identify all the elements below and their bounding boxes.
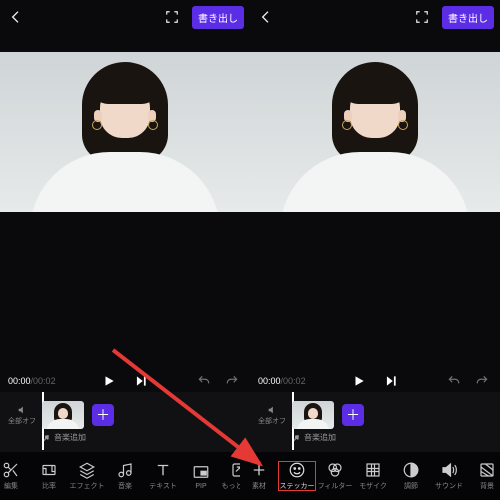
redo-button[interactable]: [472, 371, 492, 391]
bg-icon: [478, 461, 496, 479]
video-preview[interactable]: [0, 52, 250, 212]
mosaic-icon: [364, 461, 382, 479]
ratio-icon: [40, 461, 58, 479]
time-current: 00:00: [258, 376, 281, 386]
clip-thumbnail[interactable]: [292, 401, 334, 429]
text-icon: [154, 461, 172, 479]
timeline[interactable]: 全部オフ ＋ 音楽追加: [0, 392, 250, 452]
top-bar: 書き出し: [250, 0, 500, 34]
tool-label: 素材: [252, 481, 266, 491]
tool-サウンド[interactable]: サウンド: [430, 461, 468, 491]
mute-all-toggle[interactable]: 全部オフ: [258, 405, 286, 426]
fullscreen-icon[interactable]: [412, 7, 432, 27]
add-music-row[interactable]: 音楽追加: [42, 432, 250, 443]
export-button[interactable]: 書き出し: [192, 6, 244, 29]
time-bar: 00:00/00:02: [0, 370, 250, 392]
skip-end-button[interactable]: [131, 371, 151, 391]
time-duration: 00:02: [283, 376, 306, 386]
tool-label: サウンド: [435, 481, 463, 491]
time-display: 00:00/00:02: [258, 376, 306, 386]
back-icon[interactable]: [6, 7, 26, 27]
export-button[interactable]: 書き出し: [442, 6, 494, 29]
video-preview[interactable]: [250, 52, 500, 212]
sound-icon: [440, 461, 458, 479]
clip-thumbnail[interactable]: [42, 401, 84, 429]
tool-素材[interactable]: 素材: [240, 461, 278, 491]
tool-エフェクト[interactable]: エフェクト: [68, 461, 106, 491]
tool-フィルター[interactable]: フィルター: [316, 461, 354, 491]
filter-icon: [326, 461, 344, 479]
music-note-icon: [116, 461, 134, 479]
tool-label: エフェクト: [70, 481, 105, 491]
play-button[interactable]: [99, 371, 119, 391]
tool-編集[interactable]: 編集: [0, 461, 30, 491]
mute-all-toggle[interactable]: 全部オフ: [8, 405, 36, 426]
fullscreen-icon[interactable]: [162, 7, 182, 27]
editor-pane-left: 書き出し 00:00/00:02: [0, 0, 250, 500]
time-display: 00:00/00:02: [8, 376, 56, 386]
tool-背景[interactable]: 背景: [468, 461, 500, 491]
tool-テキスト[interactable]: テキスト: [144, 461, 182, 491]
adjust-icon: [402, 461, 420, 479]
tool-label: PIP: [195, 483, 206, 490]
add-clip-button[interactable]: ＋: [92, 404, 114, 426]
timeline[interactable]: 全部オフ ＋ 音楽追加: [250, 392, 500, 452]
bottom-toolbar: 素材 ステッカーフィルターモザイク 調節 サウンド 背景: [240, 452, 500, 500]
time-duration: 00:02: [33, 376, 56, 386]
tool-label: テキスト: [149, 481, 177, 491]
tool-音楽[interactable]: 音楽: [106, 461, 144, 491]
tool-label: 比率: [42, 481, 56, 491]
tool-label: 音楽: [118, 481, 132, 491]
add-clip-button[interactable]: ＋: [342, 404, 364, 426]
tool-調節[interactable]: 調節: [392, 461, 430, 491]
tool-ステッカー[interactable]: ステッカー: [278, 461, 316, 491]
tool-label: モザイク: [359, 481, 387, 491]
time-bar: 00:00/00:02: [250, 370, 500, 392]
skip-end-button[interactable]: [381, 371, 401, 391]
music-add-label: 音楽追加: [54, 432, 86, 443]
music-add-label: 音楽追加: [304, 432, 336, 443]
tool-PIP[interactable]: PIP: [182, 463, 220, 490]
layers-icon: [78, 461, 96, 479]
tool-label: 調節: [404, 481, 418, 491]
scissors-icon: [2, 461, 20, 479]
undo-button[interactable]: [194, 371, 214, 391]
back-icon[interactable]: [256, 7, 276, 27]
mute-label: 全部オフ: [258, 416, 286, 426]
undo-button[interactable]: [444, 371, 464, 391]
mute-label: 全部オフ: [8, 416, 36, 426]
top-bar: 書き出し: [0, 0, 250, 34]
time-current: 00:00: [8, 376, 31, 386]
editor-pane-right: 書き出し 00:00/00:02: [250, 0, 500, 500]
tool-label: 編集: [4, 481, 18, 491]
tool-label: 背景: [480, 481, 494, 491]
pip-icon: [192, 463, 210, 481]
tool-label: フィルター: [318, 481, 353, 491]
plus-icon: [250, 461, 268, 479]
tool-label: ステッカー: [280, 481, 315, 491]
play-button[interactable]: [349, 371, 369, 391]
bottom-toolbar: 編集比率エフェクト音楽テキストPIPもっと見る: [0, 452, 250, 500]
redo-button[interactable]: [222, 371, 242, 391]
add-music-row[interactable]: 音楽追加: [292, 432, 500, 443]
tool-モザイク[interactable]: モザイク: [354, 461, 392, 491]
tool-比率[interactable]: 比率: [30, 461, 68, 491]
sticker-icon: [288, 461, 306, 479]
